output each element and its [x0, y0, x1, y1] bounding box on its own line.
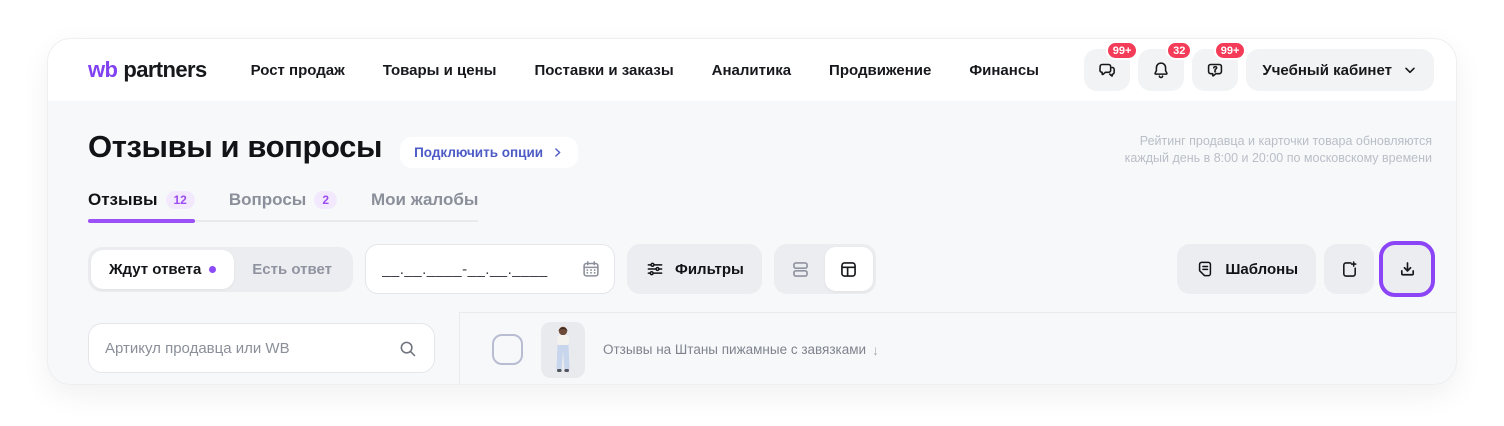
main-nav: Рост продаж Товары и цены Поставки и зак…: [251, 62, 1039, 79]
header-actions: 99+ 32 99: [1084, 49, 1434, 91]
wb-partners-logo[interactable]: wb partners: [88, 57, 207, 83]
rating-update-note-line2: каждый день в 8:00 и 20:00 по московском…: [1125, 150, 1432, 167]
rating-update-note: Рейтинг продавца и карточки товара обнов…: [1125, 129, 1432, 167]
tab-bar: Отзывы 12 Вопросы 2 Мои жалобы: [88, 190, 478, 222]
toolbar-right-actions: Шаблоны: [1177, 244, 1432, 294]
page-title: Отзывы и вопросы: [88, 129, 382, 165]
main-card: wb partners Рост продаж Товары и цены По…: [47, 38, 1457, 385]
tab-questions-label: Вопросы: [229, 190, 306, 210]
chevron-down-icon: [1402, 62, 1418, 78]
document-plus-icon: [1339, 259, 1360, 280]
notifications-badge: 32: [1166, 41, 1192, 60]
segment-waiting-answer[interactable]: Ждут ответа: [91, 250, 234, 289]
tab-my-complaints[interactable]: Мои жалобы: [371, 190, 478, 210]
table-view-button[interactable]: [825, 247, 873, 291]
tab-reviews-label: Отзывы: [88, 190, 158, 210]
bell-icon: [1150, 59, 1172, 81]
table-view-icon: [838, 259, 859, 280]
chats-button[interactable]: 99+: [1084, 49, 1130, 91]
help-icon: [1204, 59, 1226, 81]
nav-item-finance[interactable]: Финансы: [969, 62, 1039, 79]
product-thumbnail[interactable]: [541, 322, 585, 378]
connect-options-link[interactable]: Подключить опции: [400, 137, 578, 168]
nav-item-supplies-orders[interactable]: Поставки и заказы: [534, 62, 673, 79]
filters-button[interactable]: Фильтры: [627, 244, 762, 294]
nav-item-promotion[interactable]: Продвижение: [829, 62, 931, 79]
chat-icon: [1096, 59, 1118, 81]
templates-label: Шаблоны: [1225, 261, 1298, 278]
rating-update-note-line1: Рейтинг продавца и карточки товара обнов…: [1125, 133, 1432, 150]
filters-label: Фильтры: [675, 261, 744, 278]
date-range-field: [365, 244, 615, 294]
top-navbar: wb partners Рост продаж Товары и цены По…: [48, 39, 1456, 101]
pajama-pants-image: [541, 322, 585, 378]
connect-options-label: Подключить опции: [414, 145, 543, 160]
nav-item-analytics[interactable]: Аналитика: [712, 62, 791, 79]
help-button[interactable]: 99+: [1192, 49, 1238, 91]
list-view-button[interactable]: [777, 247, 825, 291]
chevron-right-icon: [551, 146, 564, 159]
search-column: [48, 312, 459, 385]
tab-my-complaints-label: Мои жалобы: [371, 190, 478, 210]
review-group-row: Отзывы на Штаны пижамные с завязками ↓: [459, 312, 1456, 385]
search-icon[interactable]: [397, 338, 418, 359]
account-menu-button[interactable]: Учебный кабинет: [1246, 49, 1434, 91]
sliders-icon: [645, 259, 665, 279]
account-label: Учебный кабинет: [1262, 62, 1392, 79]
page-header: Отзывы и вопросы Подключить опции Рейтин…: [48, 101, 1456, 168]
calendar-icon[interactable]: [580, 258, 602, 280]
segment-waiting-label: Ждут ответа: [109, 261, 201, 278]
article-search-input[interactable]: [105, 340, 397, 357]
chats-badge: 99+: [1106, 41, 1139, 60]
download-button[interactable]: [1382, 244, 1432, 294]
filters-toolbar: Ждут ответа Есть ответ: [88, 244, 1432, 294]
tab-questions[interactable]: Вопросы 2: [229, 190, 337, 210]
download-icon: [1397, 259, 1418, 280]
review-group-title[interactable]: Отзывы на Штаны пижамные с завязками ↓: [603, 342, 879, 358]
segment-has-answer[interactable]: Есть ответ: [234, 250, 350, 289]
help-badge: 99+: [1214, 41, 1247, 60]
tab-reviews[interactable]: Отзывы 12: [88, 190, 195, 210]
segment-has-answer-label: Есть ответ: [252, 261, 332, 278]
article-search-field: [88, 323, 435, 373]
sort-descending-icon[interactable]: ↓: [872, 342, 879, 358]
unread-dot-icon: [209, 266, 216, 273]
view-mode-toggle: [774, 244, 876, 294]
review-group-title-text: Отзывы на Штаны пижамные с завязками: [603, 342, 866, 357]
list-view-icon: [790, 259, 811, 280]
logo-wb: wb: [88, 57, 117, 83]
answer-status-segmented-control: Ждут ответа Есть ответ: [88, 247, 353, 292]
date-range-input[interactable]: [382, 261, 580, 278]
tab-questions-badge: 2: [314, 191, 337, 209]
nav-item-sales-growth[interactable]: Рост продаж: [251, 62, 345, 79]
notifications-button[interactable]: 32: [1138, 49, 1184, 91]
nav-item-goods-prices[interactable]: Товары и цены: [383, 62, 497, 79]
template-document-icon: [1195, 259, 1215, 279]
templates-button[interactable]: Шаблоны: [1177, 244, 1316, 294]
content-area: Отзывы на Штаны пижамные с завязками ↓: [48, 312, 1456, 385]
tab-reviews-badge: 12: [166, 191, 195, 209]
create-document-button[interactable]: [1324, 244, 1374, 294]
select-group-checkbox[interactable]: [492, 334, 523, 365]
logo-partners: partners: [123, 57, 206, 83]
